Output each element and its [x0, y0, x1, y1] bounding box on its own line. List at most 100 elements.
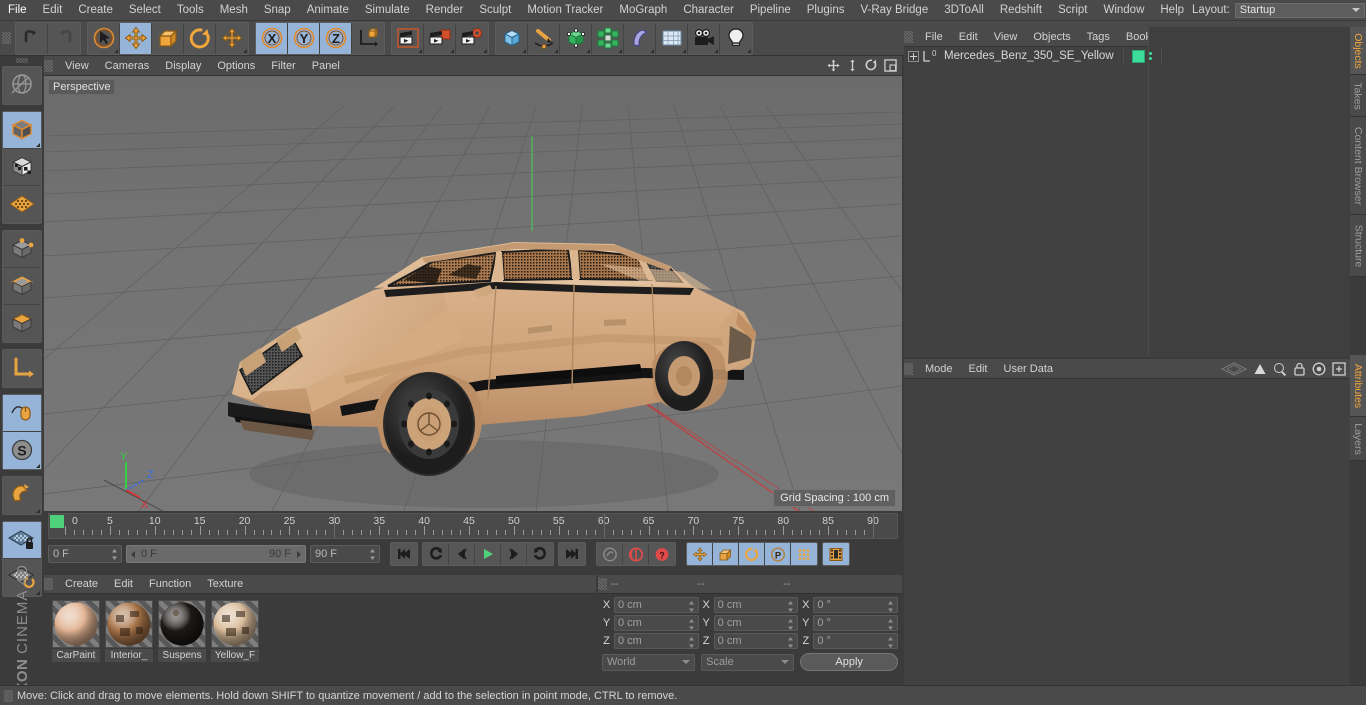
material-item[interactable]: Interior_ [105, 600, 153, 685]
render-view-icon[interactable] [392, 22, 424, 54]
objects-menu-view[interactable]: View [986, 27, 1026, 47]
material-tag-icon[interactable] [1131, 49, 1145, 63]
light-icon[interactable] [720, 22, 752, 54]
live-selection-icon[interactable] [88, 22, 120, 54]
undo-button[interactable] [16, 22, 48, 54]
new-tab-icon[interactable] [1332, 361, 1346, 376]
autokeying-button[interactable] [623, 543, 649, 565]
menu-character[interactable]: Character [675, 0, 742, 21]
menu-script[interactable]: Script [1050, 0, 1095, 21]
attributes-body[interactable] [904, 379, 1350, 705]
menu-window[interactable]: Window [1095, 0, 1152, 21]
spinner-icon[interactable] [688, 600, 695, 613]
object-axis-icon[interactable] [3, 349, 41, 387]
size-z-field[interactable]: 0 cm [713, 633, 799, 649]
menu-motion-tracker[interactable]: Motion Tracker [519, 0, 611, 21]
menu-select[interactable]: Select [121, 0, 169, 21]
end-frame-field[interactable]: 90 F [310, 545, 380, 563]
apply-button[interactable]: Apply [800, 653, 898, 671]
go-to-end-button[interactable] [559, 543, 585, 565]
menu-mesh[interactable]: Mesh [212, 0, 256, 21]
points-mode-icon[interactable] [3, 230, 41, 268]
attributes-menu-mode[interactable]: Mode [917, 359, 961, 379]
side-tab-takes[interactable]: Takes [1350, 75, 1366, 117]
side-tab-content-browser[interactable]: Content Browser [1350, 117, 1366, 215]
menu-animate[interactable]: Animate [299, 0, 357, 21]
status-grip[interactable] [4, 689, 13, 702]
preview-range-field[interactable]: 0 F 90 F [126, 545, 306, 563]
workplane-lock-icon[interactable] [3, 521, 41, 559]
material-menu-create[interactable]: Create [57, 575, 106, 594]
objects-menu-file[interactable]: File [917, 27, 951, 47]
magnet-icon[interactable] [3, 476, 41, 514]
viewport-grip[interactable] [44, 59, 53, 72]
rotation-key-toggle[interactable] [739, 543, 765, 565]
timeline-ruler[interactable]: 051015202530354045505560657075808590 [48, 513, 898, 539]
layout-select[interactable]: Startup [1234, 2, 1365, 18]
menu-render[interactable]: Render [418, 0, 472, 21]
undo-view-icon[interactable] [3, 66, 41, 104]
menu-file[interactable]: File [0, 0, 35, 21]
viewport-3d[interactable]: Y Z X Perspective Grid Spacing : 100 cm [44, 76, 902, 511]
spinner-icon[interactable] [887, 618, 894, 631]
material-item[interactable]: Suspens [158, 600, 206, 685]
landscape-icon[interactable] [656, 22, 688, 54]
pan-view-icon[interactable] [826, 59, 840, 73]
menu-v-ray-bridge[interactable]: V-Ray Bridge [852, 0, 936, 21]
timeline-playhead[interactable] [50, 515, 64, 528]
material-item[interactable]: Yellow_F [211, 600, 259, 685]
material-yellow[interactable] [211, 600, 259, 648]
render-settings-icon[interactable] [456, 22, 488, 54]
viewport-menu-panel[interactable]: Panel [304, 56, 348, 76]
rotation-z-field[interactable]: 0 ° [813, 633, 899, 649]
move-tool-button[interactable] [120, 22, 152, 54]
material-grip[interactable] [44, 578, 53, 590]
spinner-icon[interactable] [688, 636, 695, 649]
lock-y-axis-button[interactable]: Y [288, 22, 320, 54]
current-frame-field[interactable]: 0 F [48, 545, 122, 563]
enable-snapping-icon[interactable] [3, 394, 41, 432]
viewport-menu-options[interactable]: Options [209, 56, 263, 76]
array-icon[interactable] [592, 22, 624, 54]
spinner-icon[interactable] [787, 600, 794, 613]
rotation-y-field[interactable]: 0 ° [813, 615, 899, 631]
objects-menu-edit[interactable]: Edit [951, 27, 986, 47]
keyframe-mode-toggle[interactable] [823, 543, 849, 565]
material-menu-texture[interactable]: Texture [199, 575, 251, 594]
position-key-toggle[interactable] [687, 543, 713, 565]
edges-mode-icon[interactable] [3, 267, 41, 305]
range-left-arrow-icon[interactable] [129, 550, 138, 559]
position-x-field[interactable]: 0 cm [614, 597, 699, 613]
previous-key-button[interactable] [423, 543, 449, 565]
menu-simulate[interactable]: Simulate [357, 0, 418, 21]
menu-snap[interactable]: Snap [256, 0, 299, 21]
viewport-menu-cameras[interactable]: Cameras [97, 56, 158, 76]
visibility-dots-icon[interactable] [1148, 52, 1152, 60]
point-level-animation-toggle[interactable] [791, 543, 817, 565]
target-icon[interactable] [1312, 362, 1326, 376]
menu-pipeline[interactable]: Pipeline [742, 0, 799, 21]
render-to-picture-viewer-icon[interactable] [424, 22, 456, 54]
snap-settings-icon[interactable]: S [3, 431, 41, 469]
viewport-menu-filter[interactable]: Filter [263, 56, 303, 76]
polygons-mode-icon[interactable] [3, 304, 41, 342]
viewport-menu-view[interactable]: View [57, 56, 97, 76]
menu-sculpt[interactable]: Sculpt [471, 0, 519, 21]
coordinate-mode-select[interactable]: Scale [701, 653, 795, 671]
objects-tree[interactable]: 0 Mercedes_Benz_350_SE_Yellow [904, 27, 1350, 357]
objects-grip[interactable] [904, 30, 913, 43]
attributes-menu-edit[interactable]: Edit [961, 359, 996, 379]
bend-deformer-icon[interactable] [624, 22, 656, 54]
material-carpaint[interactable] [52, 600, 100, 648]
side-tab-structure[interactable]: Structure [1350, 215, 1366, 277]
object-row[interactable]: 0 Mercedes_Benz_350_SE_Yellow [904, 47, 1350, 65]
spinner-icon[interactable] [688, 618, 695, 631]
move-axis-tool-button[interactable] [216, 22, 248, 54]
menu-plugins[interactable]: Plugins [799, 0, 853, 21]
attributes-grip[interactable] [904, 362, 913, 375]
side-tab-objects[interactable]: Objects [1350, 27, 1366, 75]
lock-icon[interactable] [1293, 362, 1306, 376]
scale-key-toggle[interactable] [713, 543, 739, 565]
next-key-button[interactable] [527, 543, 553, 565]
world-coordinate-icon[interactable] [352, 22, 384, 54]
